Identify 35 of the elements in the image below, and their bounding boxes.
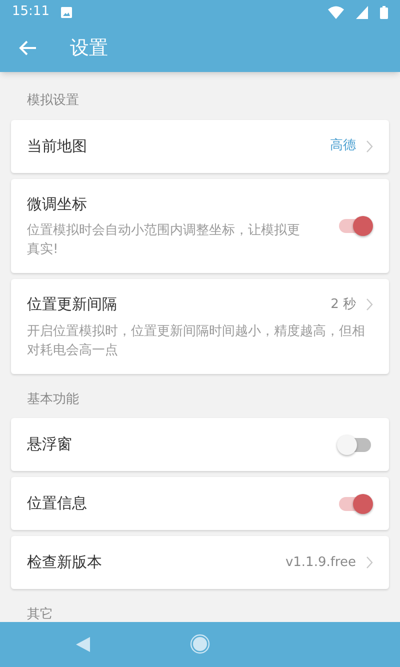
section-header: 模拟设置 (26, 92, 80, 110)
setting-card[interactable]: 微调坐标 位置模拟时会自动小范围内调整坐标，让模拟更真实! (11, 178, 389, 273)
setting-card[interactable]: 位置信息 (11, 477, 389, 530)
home-nav-icon[interactable] (190, 634, 210, 654)
back-nav-icon[interactable] (76, 637, 90, 652)
section-header: 其它 (26, 606, 54, 624)
section-header: 基本功能 (26, 390, 80, 408)
setting-description: 开启位置模拟时，位置更新间隔时间越小，精度越高，但相对耗电会高一点 (27, 322, 366, 360)
setting-card[interactable]: 检查新版本 v1.1.9.free (11, 536, 389, 589)
battery-icon (380, 6, 388, 18)
setting-value: 2 秒 (330, 296, 356, 314)
setting-card[interactable]: 位置更新间隔 2 秒 开启位置模拟时，位置更新间隔时间越小，精度越高，但相对耗电会高一点 (11, 279, 389, 374)
chevron-right-icon (366, 556, 373, 569)
setting-description: 位置模拟时会自动小范围内调整坐标，让模拟更真实! (27, 222, 301, 259)
status-time: 15:11 (12, 3, 50, 22)
wifi-icon (328, 6, 344, 18)
setting-label: 位置信息 (27, 493, 88, 514)
toggle-switch[interactable] (337, 216, 373, 236)
setting-label: 当前地图 (27, 136, 88, 157)
setting-value: 高德 (330, 137, 356, 156)
setting-value: v1.1.9.free (285, 554, 356, 572)
setting-card[interactable]: 当前地图 高德 (11, 120, 389, 172)
setting-label: 检查新版本 (27, 552, 103, 574)
toggle-switch[interactable] (337, 434, 373, 454)
setting-card[interactable]: 悬浮窗 (11, 418, 389, 471)
setting-label: 位置更新间隔 (27, 294, 118, 315)
toggle-switch[interactable] (337, 494, 373, 514)
signal-icon (356, 6, 368, 18)
back-arrow-icon (19, 40, 37, 56)
screen-title: 设置 (70, 36, 108, 61)
image-notification-icon (61, 6, 72, 18)
setting-label: 悬浮窗 (27, 434, 73, 456)
setting-label: 微调坐标 (27, 194, 88, 214)
chevron-right-icon (366, 140, 373, 152)
chevron-right-icon (366, 298, 373, 311)
